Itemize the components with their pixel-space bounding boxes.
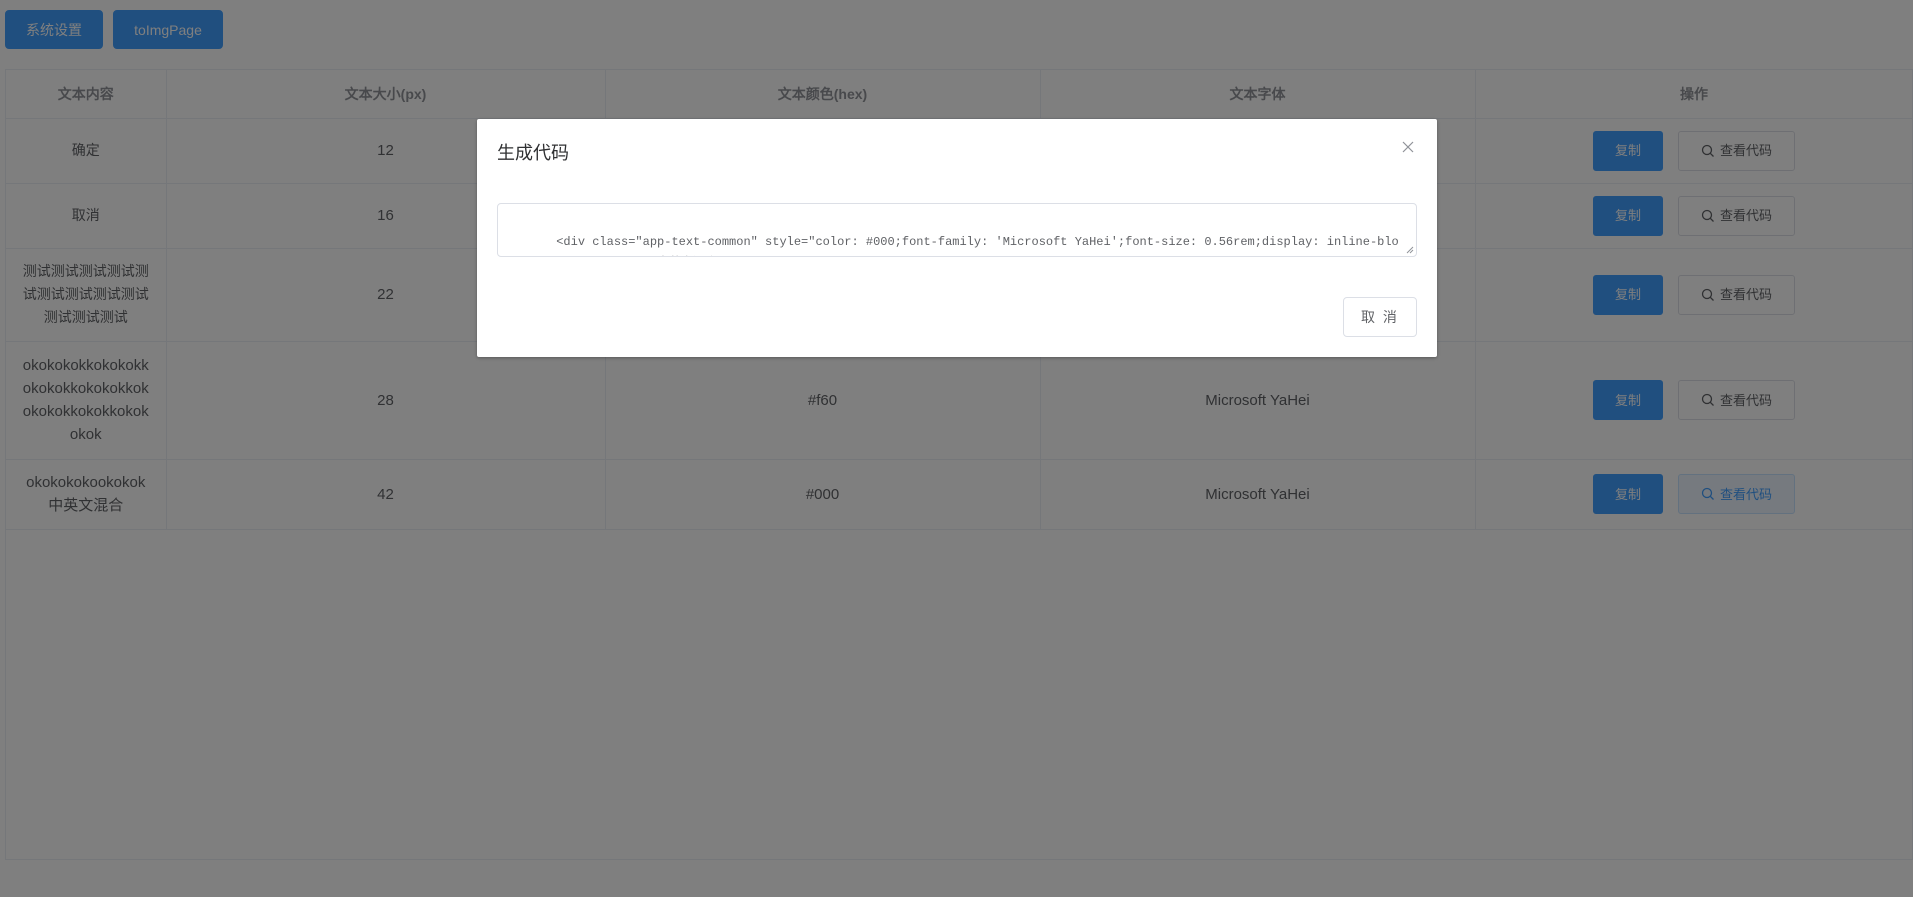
code-textarea[interactable]: <div class="app-text-common" style="colo… [497, 203, 1417, 257]
close-icon[interactable] [1401, 140, 1415, 154]
generate-code-dialog: 生成代码 <div class="app-text-common" style=… [477, 119, 1437, 357]
cancel-button[interactable]: 取 消 [1343, 297, 1417, 337]
page: 系统设置 toImgPage 文本内容 文本大小(px) 文本颜色(hex) 文… [0, 0, 1913, 897]
code-text: <div class="app-text-common" style="colo… [556, 235, 1399, 249]
resize-handle-icon[interactable] [1406, 246, 1414, 254]
dialog-title: 生成代码 [497, 143, 569, 163]
